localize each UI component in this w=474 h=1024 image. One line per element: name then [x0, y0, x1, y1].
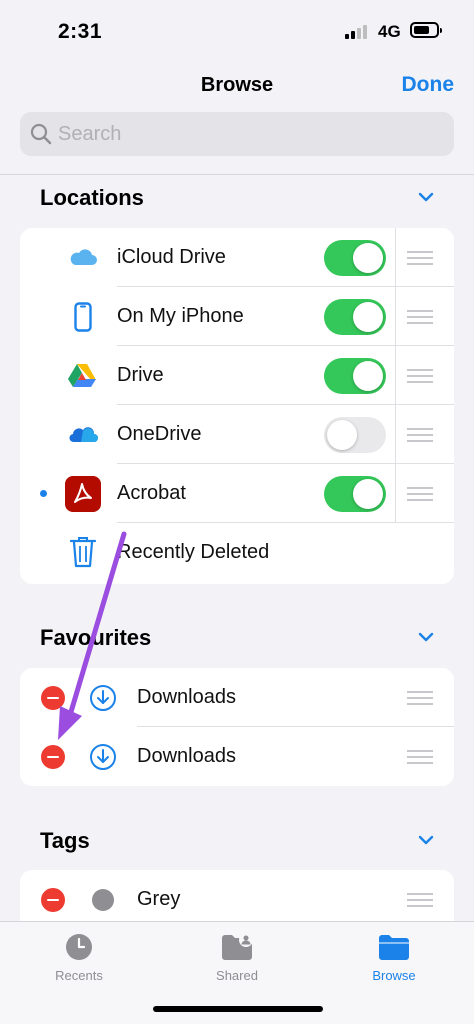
favourite-row[interactable]: Downloads — [20, 668, 454, 727]
locations-header: Locations — [40, 185, 144, 210]
done-button[interactable]: Done — [402, 73, 455, 97]
clock-icon — [66, 934, 92, 960]
location-label: Recently Deleted — [117, 541, 270, 563]
tab-shared[interactable]: Shared — [177, 932, 297, 983]
icloud-icon — [70, 249, 97, 265]
search-input[interactable]: Search — [20, 112, 454, 156]
divider — [0, 174, 474, 175]
drag-handle-icon[interactable] — [407, 251, 433, 265]
delete-minus-icon[interactable] — [41, 888, 65, 912]
location-label: OneDrive — [117, 423, 202, 445]
favourites-list: Downloads Downloads — [20, 668, 454, 786]
favourite-row[interactable]: Downloads — [20, 727, 454, 786]
location-label: iCloud Drive — [117, 246, 226, 268]
status-bar: 2:31 4G — [0, 0, 474, 66]
google-drive-icon — [68, 364, 96, 387]
chevron-down-icon[interactable] — [418, 835, 434, 845]
tab-label: Browse — [372, 968, 416, 983]
navigation-bar: Browse Done — [0, 66, 474, 110]
acrobat-icon — [65, 476, 101, 512]
favourites-header: Favourites — [40, 625, 152, 650]
status-time: 2:31 — [58, 20, 103, 43]
battery-icon — [410, 22, 442, 38]
unread-dot — [40, 490, 47, 497]
drive-toggle[interactable] — [324, 358, 386, 394]
chevron-down-icon[interactable] — [418, 632, 434, 642]
folder-icon — [379, 935, 409, 960]
tab-browse[interactable]: Browse — [334, 932, 454, 983]
location-label: Acrobat — [117, 482, 186, 504]
location-row-onedrive[interactable]: OneDrive — [20, 405, 454, 464]
location-row-icloud-drive[interactable]: iCloud Drive — [20, 228, 454, 287]
location-row-on-my-iphone[interactable]: On My iPhone — [20, 287, 454, 346]
tag-color-dot — [92, 889, 114, 911]
drag-handle-icon[interactable] — [407, 893, 433, 907]
drag-handle-icon[interactable] — [407, 310, 433, 324]
drag-handle-icon[interactable] — [407, 750, 433, 764]
drag-handle-icon[interactable] — [407, 428, 433, 442]
tags-header: Tags — [40, 828, 90, 853]
tab-recents[interactable]: Recents — [19, 932, 139, 983]
shared-folder-icon — [222, 933, 253, 960]
location-row-recently-deleted[interactable]: Recently Deleted — [20, 523, 454, 582]
cellular-signal-icon — [345, 25, 371, 39]
download-icon — [90, 744, 116, 770]
search-icon — [30, 123, 52, 145]
download-icon — [90, 685, 116, 711]
icloud-drive-toggle[interactable] — [324, 240, 386, 276]
delete-minus-icon[interactable] — [41, 686, 65, 710]
drag-handle-icon[interactable] — [407, 691, 433, 705]
drag-handle-icon[interactable] — [407, 369, 433, 383]
favourite-label: Downloads — [137, 745, 236, 767]
iphone-icon — [74, 302, 92, 332]
drag-handle-icon[interactable] — [407, 487, 433, 501]
location-label: Drive — [117, 364, 164, 386]
tag-label: Grey — [137, 888, 181, 910]
location-label: On My iPhone — [117, 305, 244, 327]
onedrive-icon — [69, 427, 98, 443]
on-my-iphone-toggle[interactable] — [324, 299, 386, 335]
network-type: 4G — [378, 22, 401, 41]
trash-icon — [70, 537, 96, 568]
tab-label: Recents — [55, 968, 103, 983]
delete-minus-icon[interactable] — [41, 745, 65, 769]
favourite-label: Downloads — [137, 686, 236, 708]
onedrive-toggle[interactable] — [324, 417, 386, 453]
locations-list: iCloud Drive On My iPhone Drive OneDrive… — [20, 228, 454, 584]
location-row-drive[interactable]: Drive — [20, 346, 454, 405]
chevron-down-icon[interactable] — [418, 192, 434, 202]
home-indicator — [153, 1006, 323, 1012]
acrobat-toggle[interactable] — [324, 476, 386, 512]
tab-label: Shared — [216, 968, 258, 983]
location-row-acrobat[interactable]: Acrobat — [20, 464, 454, 523]
search-placeholder: Search — [58, 123, 122, 145]
